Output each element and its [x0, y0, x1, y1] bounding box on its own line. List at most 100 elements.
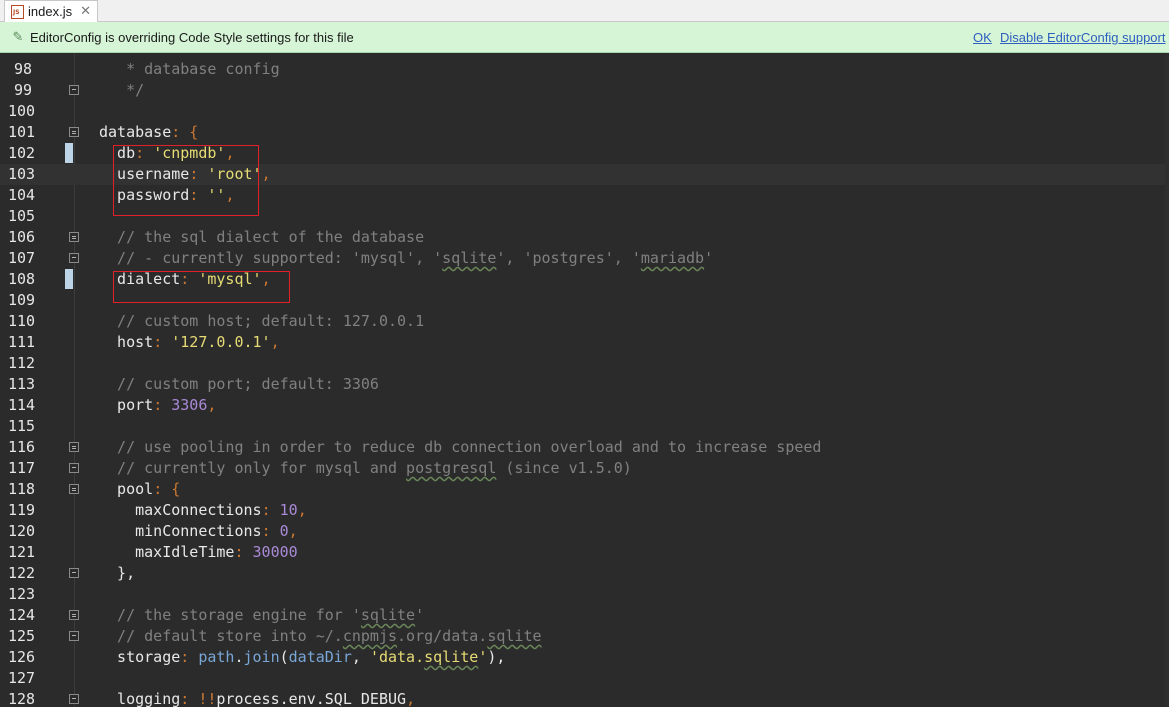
code-line[interactable]: 121 maxIdleTime: 30000 — [0, 542, 1169, 563]
code-line[interactable]: 116 // use pooling in order to reduce db… — [0, 437, 1169, 458]
tab-label: index.js — [28, 4, 73, 19]
code-line[interactable]: 105 — [0, 206, 1169, 227]
code-text: pool: { — [99, 479, 180, 500]
line-number: 110 — [8, 312, 36, 330]
code-line[interactable]: 113 // custom port; default: 3306 — [0, 374, 1169, 395]
code-line[interactable]: 114 port: 3306, — [0, 395, 1169, 416]
vertical-scrollbar[interactable] — [1165, 53, 1169, 707]
code-token: : — [234, 543, 253, 561]
code-text: storage: path.join(dataDir, 'data.sqlite… — [99, 647, 505, 668]
js-file-icon — [11, 4, 24, 19]
code-line[interactable]: 125 // default store into ~/.cnpmjs.org/… — [0, 626, 1169, 647]
code-token: , — [351, 648, 370, 666]
code-token: ' — [478, 648, 488, 666]
fold-collapse-icon[interactable] — [69, 610, 79, 620]
code-line[interactable]: 128 logging: !!process.env.SQL_DEBUG, — [0, 689, 1169, 707]
fold-end-icon[interactable] — [69, 694, 79, 704]
line-number: 98 — [13, 60, 32, 78]
fold-end-icon[interactable] — [69, 253, 79, 263]
code-token: sqlite — [360, 606, 416, 624]
line-number: 126 — [8, 648, 36, 666]
code-editor[interactable]: 98 * database config 99 */100 101 database:… — [0, 53, 1169, 707]
code-token: : — [261, 501, 280, 519]
code-text: // currently only for mysql and postgres… — [99, 458, 632, 479]
line-number: 108 — [8, 270, 36, 288]
fold-collapse-icon[interactable] — [69, 442, 79, 452]
disable-editorconfig-link[interactable]: Disable EditorConfig support — [1000, 30, 1165, 45]
code-line[interactable]: 104 password: '', — [0, 185, 1169, 206]
line-number: 104 — [8, 186, 36, 204]
code-token: }, — [99, 564, 136, 582]
code-text: host: '127.0.0.1', — [99, 332, 280, 353]
line-number: 102 — [8, 144, 36, 162]
code-line[interactable]: 100 — [0, 101, 1169, 122]
close-icon[interactable]: ✕ — [80, 4, 91, 19]
line-number: 123 — [8, 585, 36, 603]
code-line[interactable]: 103 username: 'root', — [0, 164, 1169, 185]
code-token: : — [189, 186, 208, 204]
code-line[interactable]: 119 maxConnections: 10, — [0, 500, 1169, 521]
code-token: dataDir — [288, 648, 352, 666]
code-token: , — [207, 396, 217, 414]
code-text: maxIdleTime: 30000 — [99, 542, 298, 563]
code-line[interactable]: 115 — [0, 416, 1169, 437]
code-line[interactable]: 120 minConnections: 0, — [0, 521, 1169, 542]
fold-collapse-icon[interactable] — [69, 232, 79, 242]
code-token: , — [270, 333, 280, 351]
code-token: storage — [99, 648, 181, 666]
line-number: 111 — [8, 333, 36, 351]
code-line[interactable]: 102 db: 'cnpmdb', — [0, 143, 1169, 164]
code-token: : — [261, 522, 280, 540]
code-line[interactable]: 106 // the sql dialect of the database — [0, 227, 1169, 248]
code-token: 30000 — [252, 543, 298, 561]
code-line[interactable]: 107 // - currently supported: 'mysql', '… — [0, 248, 1169, 269]
code-line[interactable]: 99 */ — [0, 80, 1169, 101]
code-token: cnpmjs — [342, 627, 398, 645]
fold-collapse-icon[interactable] — [69, 484, 79, 494]
code-line[interactable]: 117 // currently only for mysql and post… — [0, 458, 1169, 479]
notification-message: EditorConfig is overriding Code Style se… — [30, 29, 354, 45]
code-token: '' — [207, 186, 226, 204]
line-number: 113 — [8, 375, 36, 393]
fold-end-icon[interactable] — [69, 463, 79, 473]
code-line[interactable]: 108 dialect: 'mysql', — [0, 269, 1169, 290]
code-token: . — [234, 648, 244, 666]
fold-collapse-icon[interactable] — [69, 127, 79, 137]
editorconfig-icon: ✎ — [12, 29, 24, 45]
code-token: logging — [99, 690, 181, 707]
code-text: minConnections: 0, — [99, 521, 298, 542]
ok-link[interactable]: OK — [973, 30, 992, 45]
code-token: maxIdleTime — [99, 543, 235, 561]
fold-end-icon[interactable] — [69, 631, 79, 641]
code-token: dialect — [99, 270, 181, 288]
code-token: maxConnections — [99, 501, 262, 519]
code-token: 'mysql' — [198, 270, 262, 288]
code-line[interactable]: 123 — [0, 584, 1169, 605]
code-line[interactable]: 112 — [0, 353, 1169, 374]
code-line[interactable]: 101 database: { — [0, 122, 1169, 143]
code-token: // the storage engine for ' — [99, 606, 361, 624]
code-line[interactable]: 127 — [0, 668, 1169, 689]
tab-index-js[interactable]: index.js ✕ — [4, 0, 98, 22]
code-line[interactable]: 124 // the storage engine for 'sqlite' — [0, 605, 1169, 626]
code-token: // - currently supported: 'mysql', ' — [99, 249, 443, 267]
code-text: // the storage engine for 'sqlite' — [99, 605, 424, 626]
code-token: // currently only for mysql and — [99, 459, 407, 477]
code-token: process.env.SQL_DEBUG — [216, 690, 407, 707]
code-line[interactable]: 98 * database config — [0, 59, 1169, 80]
line-number: 119 — [8, 501, 36, 519]
fold-end-icon[interactable] — [69, 568, 79, 578]
code-line[interactable]: 122 }, — [0, 563, 1169, 584]
code-line[interactable]: 118 pool: { — [0, 479, 1169, 500]
code-line[interactable]: 126 storage: path.join(dataDir, 'data.sq… — [0, 647, 1169, 668]
code-token: : — [189, 165, 208, 183]
code-token: : — [180, 648, 199, 666]
code-line[interactable]: 109 — [0, 290, 1169, 311]
code-line[interactable]: 111 host: '127.0.0.1', — [0, 332, 1169, 353]
fold-end-icon[interactable] — [69, 85, 79, 95]
code-line[interactable]: 110 // custom host; default: 127.0.0.1 — [0, 311, 1169, 332]
change-marker[interactable] — [65, 143, 73, 163]
line-number: 101 — [8, 123, 36, 141]
change-marker[interactable] — [65, 269, 73, 289]
line-number: 124 — [8, 606, 36, 624]
